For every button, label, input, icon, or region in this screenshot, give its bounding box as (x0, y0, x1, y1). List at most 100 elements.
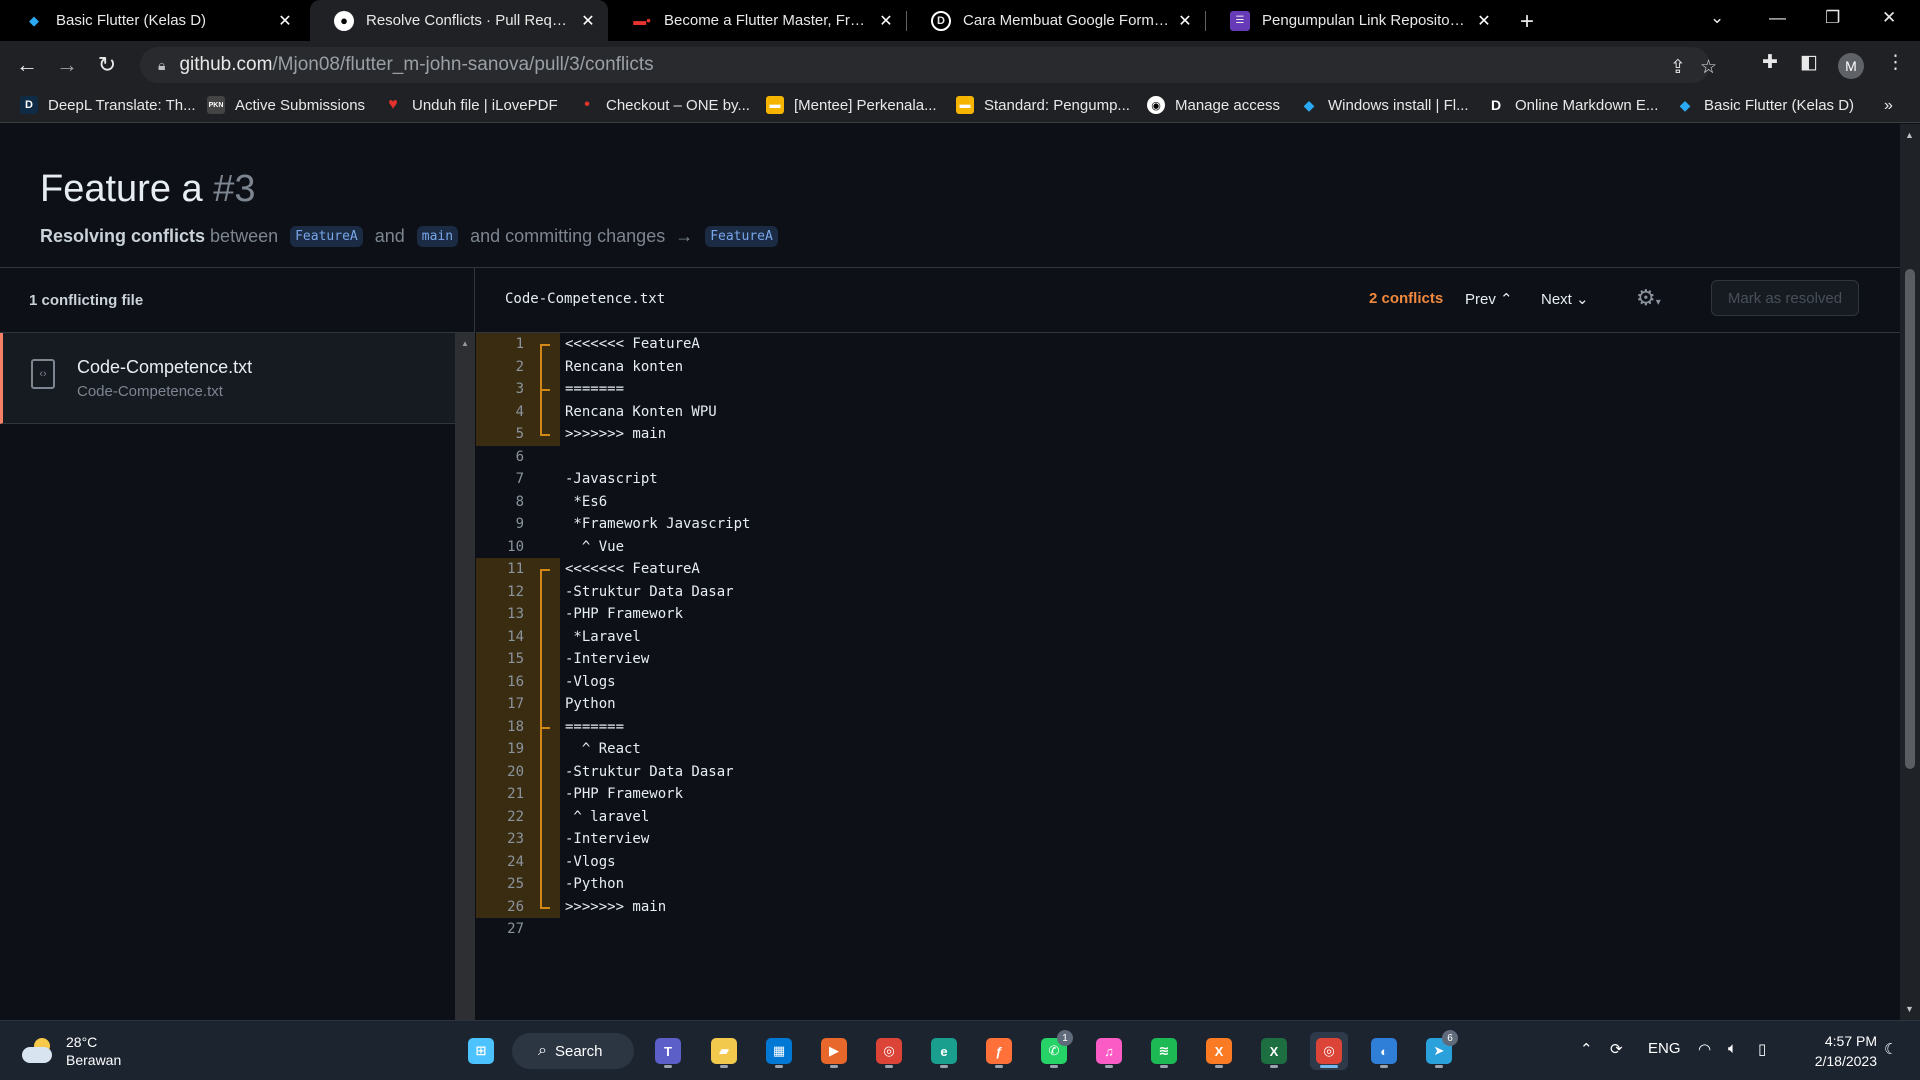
code-line[interactable]: 15 -Interview (476, 648, 1900, 671)
code-line[interactable]: 11 <<<<<<< FeatureA (476, 558, 1900, 591)
code-line[interactable]: 8 *Es6 (476, 491, 1900, 514)
code-line[interactable]: 6 (476, 446, 1900, 469)
code-line[interactable]: 9 *Framework Javascript (476, 513, 1900, 536)
gear-icon[interactable]: ⚙▾ (1636, 285, 1661, 311)
tab-google-form[interactable]: D Cara Membuat Google Form dalam ✕ (907, 0, 1205, 41)
taskbar-app-whatsapp[interactable]: ✆ 1 (1035, 1030, 1073, 1070)
code-line[interactable]: 12 -Struktur Data Dasar (476, 580, 1900, 603)
taskbar-app-excel[interactable]: X (1255, 1032, 1293, 1070)
address-bar[interactable]: 🔒︎ github.com/Mjon08/flutter_m-john-sano… (140, 47, 1717, 83)
code-line[interactable]: 13 -PHP Framework (476, 603, 1900, 626)
language-indicator[interactable]: ENG (1648, 1040, 1681, 1057)
menu-kebab-icon[interactable]: ⋮ (1886, 51, 1905, 74)
tab-basic-flutter[interactable]: ◆ Basic Flutter (Kelas D) ✕ (0, 0, 305, 41)
page-scrollbar[interactable]: ▲ ▼ (1900, 124, 1920, 1020)
profile-avatar[interactable]: M (1838, 53, 1864, 79)
tab-pengumpulan[interactable]: ☰ Pengumpulan Link Repository GitHub ✕ (1206, 0, 1504, 41)
scroll-up-icon[interactable]: ▲ (1905, 130, 1914, 140)
battery-icon[interactable]: ▯ (1758, 1040, 1766, 1058)
taskbar-app-chrome-profile[interactable]: ◎ (1310, 1032, 1348, 1070)
sync-icon[interactable]: ⟳ (1610, 1040, 1623, 1058)
taskbar-app-edge[interactable]: e (925, 1032, 963, 1070)
code-line[interactable]: 24 -Vlogs (476, 850, 1900, 873)
window-close-icon[interactable]: ✕ (1882, 8, 1896, 28)
code-line[interactable]: 14 *Laravel (476, 625, 1900, 648)
code-area[interactable]: 1 <<<<<<< FeatureA 2 Rencana konten 3 =======… (476, 333, 1900, 941)
taskbar-app-file-explorer[interactable]: ▰ (705, 1032, 743, 1070)
taskbar-app-firefox[interactable]: ƒ (980, 1032, 1018, 1070)
taskbar-app-chrome[interactable]: ◎ (870, 1032, 908, 1070)
tab-search-chevron-icon[interactable]: ⌄ (1710, 8, 1724, 28)
back-arrow-icon[interactable]: ← (14, 52, 40, 78)
next-conflict-button[interactable]: Next ⌄ (1541, 290, 1589, 308)
bookmark-item[interactable]: ▬ [Mentee] Perkenala... (766, 96, 937, 114)
code-line[interactable]: 3 ======= (476, 378, 1900, 401)
bookmark-item[interactable]: ◆ Basic Flutter (Kelas D) (1676, 96, 1854, 114)
taskbar-app-itunes[interactable]: ♫ (1090, 1032, 1128, 1070)
taskbar-app-connect-app[interactable]: ◐ (1365, 1032, 1403, 1070)
tab-resolve-conflicts[interactable]: ● Resolve Conflicts · Pull Request #3 ✕ (310, 0, 608, 41)
side-panel-icon[interactable]: ◧ (1800, 51, 1818, 74)
file-list-scrollbar[interactable]: ▲ (455, 333, 475, 1020)
code-line[interactable]: 20 -Struktur Data Dasar (476, 760, 1900, 783)
branch-target-label[interactable]: FeatureA (705, 226, 778, 247)
scroll-up-icon[interactable]: ▲ (461, 339, 469, 348)
close-icon[interactable]: ✕ (1175, 11, 1195, 31)
code-line[interactable]: 21 -PHP Framework (476, 783, 1900, 806)
notification-moon-icon[interactable]: ☾ (1884, 1040, 1897, 1058)
code-line[interactable]: 27 (476, 918, 1900, 941)
code-line[interactable]: 25 -Python (476, 873, 1900, 896)
close-icon[interactable]: ✕ (275, 11, 295, 31)
pr-number[interactable]: #3 (213, 168, 255, 210)
tab-flutter-master[interactable]: ▬• Become a Flutter Master, From Zero ✕ (608, 0, 906, 41)
mark-as-resolved-button[interactable]: Mark as resolved (1711, 280, 1859, 316)
code-line[interactable]: 10 ^ Vue (476, 536, 1900, 559)
code-line[interactable]: 7 -Javascript (476, 468, 1900, 491)
bookmark-item[interactable]: ▬ Standard: Pengump... (956, 96, 1130, 114)
file-list-item[interactable]: ‹› Code-Competence.txt Code-Competence.t… (0, 333, 455, 424)
prev-conflict-button[interactable]: Prev ⌃ (1465, 290, 1513, 308)
system-clock[interactable]: 4:57 PM 2/18/2023 (1797, 1031, 1877, 1071)
bookmark-item[interactable]: PKN Active Submissions (207, 96, 365, 114)
taskbar-app-media-player[interactable]: ▶ (815, 1032, 853, 1070)
taskbar-app-microsoft-store[interactable]: ▦ (760, 1032, 798, 1070)
code-line[interactable]: 18 ======= (476, 715, 1900, 738)
reload-icon[interactable]: ↻ (94, 52, 120, 78)
wifi-icon[interactable]: ◠ (1698, 1040, 1711, 1058)
taskbar-app-teams[interactable]: T (649, 1032, 687, 1070)
bookmark-item[interactable]: ◉ Manage access (1147, 96, 1280, 114)
weather-widget[interactable]: 28°C Berawan (22, 1033, 121, 1069)
taskbar-app-xampp[interactable]: X (1200, 1032, 1238, 1070)
volume-icon[interactable]: 🔈︎ (1728, 1040, 1737, 1057)
code-line[interactable]: 16 -Vlogs (476, 670, 1900, 693)
code-line[interactable]: 5 >>>>>>> main (476, 423, 1900, 446)
branch-base-label[interactable]: main (416, 226, 459, 247)
scrollbar-thumb[interactable] (1905, 269, 1915, 769)
extensions-puzzle-icon[interactable]: ✚ (1762, 51, 1778, 74)
share-icon[interactable]: ⇪ (1670, 56, 1686, 79)
bookmark-item[interactable]: ♥ Unduh file | iLovePDF (384, 96, 557, 114)
code-line[interactable]: 26 >>>>>>> main (476, 895, 1900, 918)
code-line[interactable]: 22 ^ laravel (476, 805, 1900, 828)
close-icon[interactable]: ✕ (578, 11, 598, 31)
forward-arrow-icon[interactable]: → (54, 52, 80, 78)
close-icon[interactable]: ✕ (1474, 11, 1494, 31)
new-tab-icon[interactable]: + (1520, 8, 1534, 36)
code-line[interactable]: 23 -Interview (476, 828, 1900, 851)
branch-head-label[interactable]: FeatureA (290, 226, 363, 247)
code-line[interactable]: 17 Python (476, 693, 1900, 716)
restore-icon[interactable]: ❐ (1825, 8, 1840, 28)
taskbar-app-telegram[interactable]: ➤ 6 (1420, 1030, 1458, 1070)
code-line[interactable]: 4 Rencana Konten WPU (476, 400, 1900, 423)
bookmark-item[interactable]: • Checkout – ONE by... (578, 96, 750, 114)
taskbar-app-windows-start[interactable]: ⊞ (462, 1032, 500, 1070)
bookmarks-overflow-icon[interactable]: » (1884, 97, 1893, 115)
minimize-icon[interactable]: — (1769, 8, 1786, 28)
code-line[interactable]: 2 Rencana konten (476, 355, 1900, 378)
bookmark-item[interactable]: ◆ Windows install | Fl... (1300, 96, 1469, 114)
bookmark-star-icon[interactable]: ☆ (1700, 56, 1717, 79)
close-icon[interactable]: ✕ (876, 11, 896, 31)
bookmark-item[interactable]: D Online Markdown E... (1487, 96, 1658, 114)
scroll-down-icon[interactable]: ▼ (1905, 1004, 1914, 1014)
code-line[interactable]: 19 ^ React (476, 738, 1900, 761)
